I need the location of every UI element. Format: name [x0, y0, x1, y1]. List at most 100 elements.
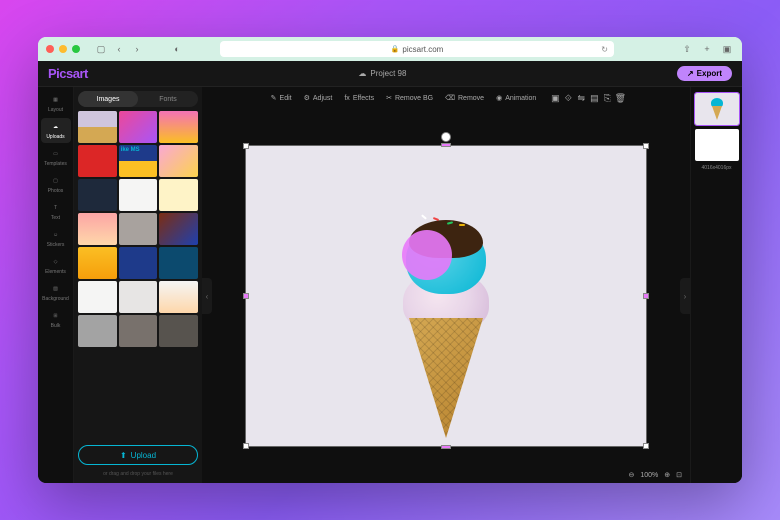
- export-button[interactable]: ↗ Export: [677, 66, 732, 81]
- zoom-bar: ⊖ 100% ⊕ ⊡: [628, 471, 682, 479]
- tool-animation[interactable]: ◉Animation: [491, 92, 541, 104]
- resize-handle[interactable]: [243, 293, 249, 299]
- resize-handle[interactable]: [643, 443, 649, 449]
- thumbnail[interactable]: [119, 145, 158, 177]
- layers-icon[interactable]: ▤: [588, 92, 600, 104]
- rail-background[interactable]: ▨Background: [41, 280, 71, 305]
- thumbnail[interactable]: [119, 179, 158, 211]
- rail-text[interactable]: TText: [41, 199, 71, 224]
- elements-icon: ◇: [50, 256, 62, 268]
- share-icon[interactable]: ⇧: [680, 42, 694, 56]
- thumbnail[interactable]: [159, 111, 198, 143]
- thumbnail[interactable]: [119, 111, 158, 143]
- tool-label: Adjust: [313, 95, 332, 102]
- resize-handle[interactable]: [643, 293, 649, 299]
- tool-label: Remove: [458, 95, 484, 102]
- templates-icon: ▭: [50, 148, 62, 160]
- panel-tabs: Images Fonts: [78, 91, 198, 107]
- resize-handle[interactable]: [243, 443, 249, 449]
- export-icon: ↗: [687, 69, 694, 78]
- zoom-in-icon[interactable]: ⊕: [664, 471, 670, 479]
- flip-icon[interactable]: ⇋: [575, 92, 587, 104]
- thumbnail[interactable]: [159, 315, 198, 347]
- tool-label: Remove BG: [395, 95, 433, 102]
- tab-fonts[interactable]: Fonts: [138, 91, 198, 107]
- resize-handle[interactable]: [441, 445, 451, 449]
- canvas[interactable]: [246, 146, 646, 446]
- thumbnail[interactable]: [78, 213, 117, 245]
- tab-images[interactable]: Images: [78, 91, 138, 107]
- tool-edit[interactable]: ✎Edit: [266, 92, 297, 104]
- background-icon: ▨: [50, 283, 62, 295]
- project-name[interactable]: ☁ Project 98: [88, 69, 677, 78]
- tabs-icon[interactable]: ▣: [720, 42, 734, 56]
- add-tab-icon[interactable]: +: [700, 42, 714, 56]
- titlebar: ▢ ‹ › ◐ 🔒 picsart.com ↻ ⇧ + ▣: [38, 37, 742, 61]
- sidebar-toggle-icon[interactable]: ▢: [94, 42, 108, 56]
- refresh-icon[interactable]: ↻: [601, 45, 608, 54]
- thumbnail[interactable]: [119, 315, 158, 347]
- rail-templates[interactable]: ▭Templates: [41, 145, 71, 170]
- duplicate-icon[interactable]: ⎘: [601, 92, 613, 104]
- tool-adjust[interactable]: ⚙Adjust: [299, 92, 338, 104]
- position-icon[interactable]: ▣: [549, 92, 561, 104]
- rail-bulk[interactable]: ⊞Bulk: [41, 307, 71, 332]
- minimize-icon[interactable]: [59, 45, 67, 53]
- animation-icon: ◉: [496, 94, 502, 102]
- rail-uploads[interactable]: ☁Uploads: [41, 118, 71, 143]
- thumbnail[interactable]: [78, 179, 117, 211]
- thumbnail[interactable]: [119, 247, 158, 279]
- thumbnail[interactable]: [78, 247, 117, 279]
- thumbnail[interactable]: [159, 281, 198, 313]
- delete-icon[interactable]: 🗑: [614, 92, 626, 104]
- crop-icon[interactable]: ⟐: [562, 92, 574, 104]
- close-icon[interactable]: [46, 45, 54, 53]
- tool-removebg[interactable]: ✂Remove BG: [381, 92, 438, 104]
- address-bar[interactable]: 🔒 picsart.com ↻: [220, 41, 614, 57]
- thumbnail[interactable]: [159, 213, 198, 245]
- export-label: Export: [697, 69, 722, 78]
- tool-remove[interactable]: ⌫Remove: [440, 92, 489, 104]
- shield-icon[interactable]: ◐: [170, 42, 184, 56]
- resize-handle[interactable]: [643, 143, 649, 149]
- zoom-out-icon[interactable]: ⊖: [628, 471, 634, 479]
- layout-icon: ▦: [50, 94, 62, 106]
- canvas-toolbar: ✎Edit ⚙Adjust fxEffects ✂Remove BG ⌫Remo…: [202, 87, 690, 109]
- thumbnail[interactable]: [119, 281, 158, 313]
- back-icon[interactable]: ‹: [112, 42, 126, 56]
- thumbnail[interactable]: [159, 179, 198, 211]
- thumbnail[interactable]: [78, 111, 117, 143]
- thumbnail[interactable]: [159, 145, 198, 177]
- logo[interactable]: Picsart: [48, 66, 88, 81]
- forward-icon[interactable]: ›: [130, 42, 144, 56]
- app-body: ▦Layout ☁Uploads ▭Templates ▢Photos TTex…: [38, 87, 742, 483]
- thumbnail[interactable]: [159, 247, 198, 279]
- rail-photos[interactable]: ▢Photos: [41, 172, 71, 197]
- collapse-right-icon[interactable]: ›: [680, 278, 690, 314]
- maximize-icon[interactable]: [72, 45, 80, 53]
- effects-icon: fx: [344, 95, 349, 102]
- thumbnail[interactable]: [78, 315, 117, 347]
- thumbnail[interactable]: [119, 213, 158, 245]
- collapse-left-icon[interactable]: ‹: [202, 278, 212, 314]
- canvas-object-circle[interactable]: [402, 230, 452, 280]
- layer-thumbnail[interactable]: [695, 93, 739, 125]
- rail-layout[interactable]: ▦Layout: [41, 91, 71, 116]
- rail-label: Text: [51, 215, 60, 221]
- photos-icon: ▢: [50, 175, 62, 187]
- rail-stickers[interactable]: ☺Stickers: [41, 226, 71, 251]
- thumbnail[interactable]: [78, 281, 117, 313]
- remove-icon: ⌫: [445, 94, 455, 102]
- zoom-value[interactable]: 100%: [640, 472, 658, 479]
- thumbnail[interactable]: [78, 145, 117, 177]
- layers-panel: 4016x4016px: [690, 87, 742, 483]
- layer-thumbnail[interactable]: [695, 129, 739, 161]
- resize-handle[interactable]: [243, 143, 249, 149]
- upload-button[interactable]: ⬆ Upload: [78, 445, 198, 465]
- resize-handle[interactable]: [441, 143, 451, 147]
- fit-icon[interactable]: ⊡: [676, 471, 682, 479]
- tool-effects[interactable]: fxEffects: [339, 93, 379, 104]
- rail-elements[interactable]: ◇Elements: [41, 253, 71, 278]
- left-rail: ▦Layout ☁Uploads ▭Templates ▢Photos TTex…: [38, 87, 74, 483]
- move-handle-icon[interactable]: [441, 132, 451, 142]
